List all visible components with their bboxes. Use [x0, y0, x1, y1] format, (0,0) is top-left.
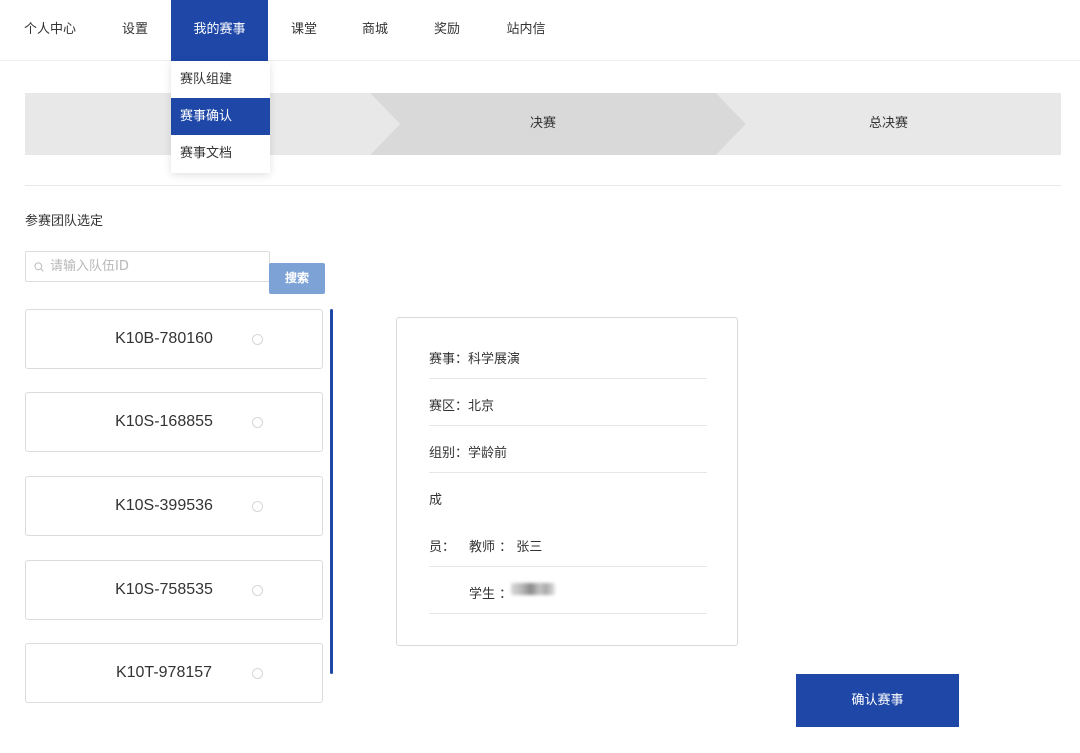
team-card[interactable]: K10S-168855: [25, 392, 323, 452]
search-button[interactable]: 搜索: [269, 263, 325, 294]
search-icon: [34, 262, 44, 272]
my-events-dropdown: 赛队组建 赛事确认 赛事文档: [171, 61, 270, 173]
detail-row-student: 学生 ：: [429, 567, 707, 614]
detail-row-event: 赛事：科学展演: [429, 332, 707, 379]
teacher-name: 教师 ： 张三: [469, 540, 543, 555]
team-card[interactable]: K10T-978157: [25, 643, 323, 703]
team-card[interactable]: K10B-780160: [25, 309, 323, 369]
nav-item-personal-center[interactable]: 个人中心: [14, 0, 86, 61]
nav-item-settings[interactable]: 设置: [110, 0, 160, 61]
detail-row-members-label: 成: [429, 473, 707, 520]
section-title: 参赛团队选定: [25, 214, 104, 229]
student-label: 学生 ：: [469, 587, 513, 602]
detail-row-teacher: 员： 教师 ： 张三: [429, 520, 707, 567]
team-list-scrollbar[interactable]: [330, 309, 333, 674]
event-name: 赛事：科学展演: [429, 352, 521, 367]
nav-item-classroom[interactable]: 课堂: [281, 0, 327, 61]
team-card[interactable]: K10S-758535: [25, 560, 323, 620]
members-label-part-2: 员：: [429, 540, 456, 555]
team-card[interactable]: K10S-399536: [25, 476, 323, 536]
dropdown-item-event-confirmation[interactable]: 赛事确认: [171, 98, 270, 135]
event-group: 组别：学龄前: [429, 446, 508, 461]
step-grand-final-label: 总决赛: [868, 116, 908, 131]
team-radio[interactable]: [252, 334, 263, 345]
team-search-box: [25, 251, 270, 282]
team-id-search-input[interactable]: [50, 252, 265, 281]
event-detail-panel: 赛事：科学展演 赛区：北京 组别：学龄前 成 员： 教师 ： 张三 学生 ：: [396, 317, 738, 646]
members-label-part-1: 成: [429, 493, 443, 508]
nav-item-messages[interactable]: 站内信: [497, 0, 555, 61]
team-radio[interactable]: [252, 668, 263, 679]
confirm-event-button[interactable]: 确认赛事: [796, 674, 959, 727]
dropdown-item-event-documents[interactable]: 赛事文档: [171, 135, 270, 172]
top-navigation: 个人中心 设置 我的赛事 课堂 商城 奖励 站内信: [0, 0, 1080, 62]
nav-item-rewards[interactable]: 奖励: [424, 0, 470, 61]
nav-item-my-events[interactable]: 我的赛事: [171, 0, 268, 62]
section-divider: [25, 185, 1061, 186]
nav-item-mall[interactable]: 商城: [352, 0, 398, 61]
student-name-blurred: [511, 583, 555, 598]
dropdown-item-team-building[interactable]: 赛队组建: [171, 61, 270, 98]
step-final-label: 决赛: [529, 116, 556, 131]
event-region: 赛区：北京: [429, 399, 495, 414]
detail-row-group: 组别：学龄前: [429, 426, 707, 473]
team-radio[interactable]: [252, 501, 263, 512]
detail-row-region: 赛区：北京: [429, 379, 707, 426]
team-radio[interactable]: [252, 417, 263, 428]
team-radio[interactable]: [252, 585, 263, 596]
